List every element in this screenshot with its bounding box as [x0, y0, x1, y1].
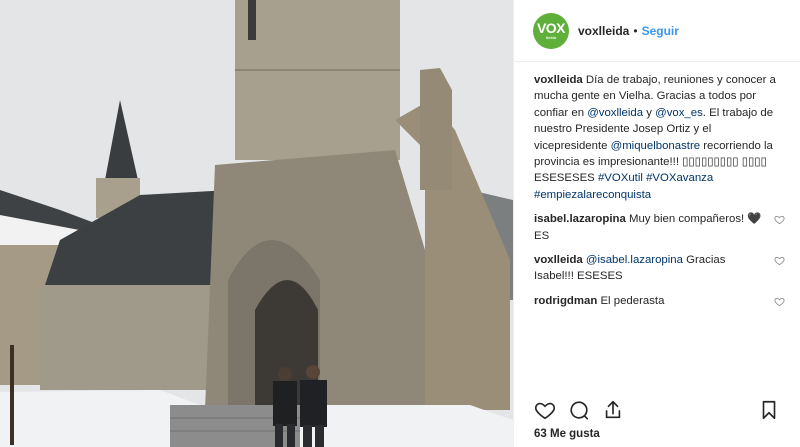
share-icon[interactable] [602, 399, 624, 421]
heart-small-icon[interactable] [774, 296, 785, 307]
action-bar [534, 396, 780, 424]
post-header: VOX lleida voxlleida • Seguir [514, 0, 800, 62]
comment-icon[interactable] [568, 399, 590, 421]
instagram-post: VOX lleida voxlleida • Seguir voxlleida … [0, 0, 800, 447]
caption-username[interactable]: voxlleida [534, 74, 583, 86]
heart-icon[interactable] [534, 399, 556, 421]
comment-row: voxlleida @isabel.lazaropina Gracias Isa… [534, 252, 785, 285]
avatar-sub: lleida [545, 35, 557, 40]
mention-link[interactable]: @vox_es [655, 107, 703, 119]
heart-small-icon[interactable] [774, 214, 785, 225]
comments-section: voxlleida Día de trabajo, reuniones y co… [514, 62, 800, 309]
comment-row: rodrigdman El pederasta [534, 293, 785, 309]
header-separator: • [633, 23, 638, 38]
comment-text: El pederasta [597, 294, 665, 307]
mention-link[interactable]: @voxlleida [587, 107, 643, 119]
avatar-logo: VOX [536, 20, 566, 36]
caption-text-2: y [643, 106, 656, 119]
post-panel: VOX lleida voxlleida • Seguir voxlleida … [513, 0, 800, 447]
follow-button[interactable]: Seguir [642, 24, 679, 38]
heart-small-icon[interactable] [774, 255, 785, 266]
comment-username[interactable]: voxlleida [534, 254, 583, 266]
avatar[interactable]: VOX lleida [533, 12, 569, 49]
likes-count[interactable]: 63 Me gusta [534, 428, 600, 440]
post-photo[interactable] [0, 0, 513, 447]
hashtag-link[interactable]: #empiezalareconquista [534, 189, 651, 201]
hashtag-link[interactable]: #VOXutil [598, 172, 643, 184]
bookmark-icon[interactable] [758, 399, 780, 421]
header-username[interactable]: voxlleida [578, 24, 629, 38]
comment-row: isabel.lazaropina Muy bien compañeros! 🖤… [534, 211, 785, 244]
mention-link[interactable]: @miquelbonastre [611, 140, 700, 152]
comment-username[interactable]: isabel.lazaropina [534, 213, 626, 225]
mention-link[interactable]: @isabel.lazaropina [586, 254, 683, 266]
comment-username[interactable]: rodrigdman [534, 295, 597, 307]
post-caption: voxlleida Día de trabajo, reuniones y co… [534, 72, 785, 203]
hashtag-link[interactable]: #VOXavanza [646, 172, 713, 184]
church-photo [0, 0, 513, 447]
